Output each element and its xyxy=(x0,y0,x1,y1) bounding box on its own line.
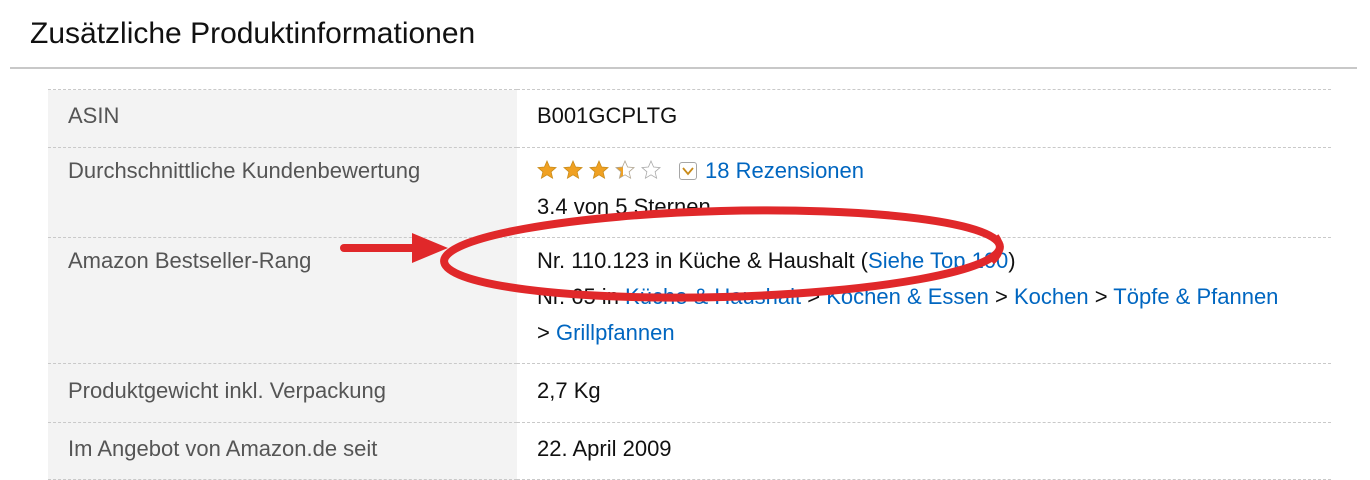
category-link[interactable]: Küche & Haushalt xyxy=(625,284,801,309)
available-since-label: Im Angebot von Amazon.de seit xyxy=(48,422,517,480)
sub-rank-prefix: Nr. 65 in xyxy=(537,284,626,309)
category-link[interactable]: Kochen xyxy=(1014,284,1089,309)
rank-sub-line: Nr. 65 in Küche & Haushalt > Kochen & Es… xyxy=(537,279,1331,315)
rank-main-close: ) xyxy=(1008,248,1016,273)
breadcrumb-separator: > xyxy=(1088,284,1114,309)
rating-label: Durchschnittliche Kundenbewertung xyxy=(48,147,517,238)
table-row: Durchschnittliche Kundenbewertung 18 Rez… xyxy=(48,147,1331,238)
table-row: Amazon Bestseller-Rang Nr. 110.123 in Kü… xyxy=(48,237,1331,364)
table-row: Produktgewicht inkl. Verpackung 2,7 Kg xyxy=(48,363,1331,423)
rating-cell: 18 Rezensionen 3.4 von 5 Sternen xyxy=(517,147,1331,238)
asin-value: B001GCPLTG xyxy=(517,89,1331,148)
heading-divider xyxy=(10,67,1357,69)
page-title: Zusätzliche Produktinformationen xyxy=(30,17,476,50)
rank-sub-line-2: > Grillpfannen xyxy=(537,315,1331,351)
rank-main-text: Nr. 110.123 in Küche & Haushalt ( xyxy=(537,248,869,273)
weight-value: 2,7 Kg xyxy=(517,363,1331,423)
category-link[interactable]: Kochen & Essen xyxy=(826,284,989,309)
breadcrumb-separator: > xyxy=(537,320,556,345)
table-row: Im Angebot von Amazon.de seit 22. April … xyxy=(48,422,1331,480)
rank-main-line: Nr. 110.123 in Küche & Haushalt (Siehe T… xyxy=(537,243,1331,279)
bestseller-rank-label: Amazon Bestseller-Rang xyxy=(48,237,517,364)
reviews-link[interactable]: 18 Rezensionen xyxy=(705,158,864,183)
breadcrumb-separator: > xyxy=(988,284,1014,309)
star-rating-icon[interactable] xyxy=(537,160,665,180)
category-link[interactable]: Grillpfannen xyxy=(556,320,675,345)
top100-link[interactable]: Siehe Top 100 xyxy=(868,248,1008,273)
category-link[interactable]: Töpfe & Pfannen xyxy=(1113,284,1278,309)
table-row: ASIN B001GCPLTG xyxy=(48,89,1331,148)
available-since-value: 22. April 2009 xyxy=(517,422,1331,480)
rating-text: 3.4 von 5 Sternen xyxy=(537,194,711,219)
chevron-down-icon[interactable] xyxy=(679,162,697,180)
breadcrumb-separator: > xyxy=(801,284,827,309)
weight-label: Produktgewicht inkl. Verpackung xyxy=(48,363,517,423)
asin-label: ASIN xyxy=(48,89,517,148)
product-info-table: ASIN B001GCPLTG Durchschnittliche Kunden… xyxy=(48,89,1331,480)
rating-line: 18 Rezensionen xyxy=(537,153,1331,189)
bestseller-rank-cell: Nr. 110.123 in Küche & Haushalt (Siehe T… xyxy=(517,237,1331,364)
